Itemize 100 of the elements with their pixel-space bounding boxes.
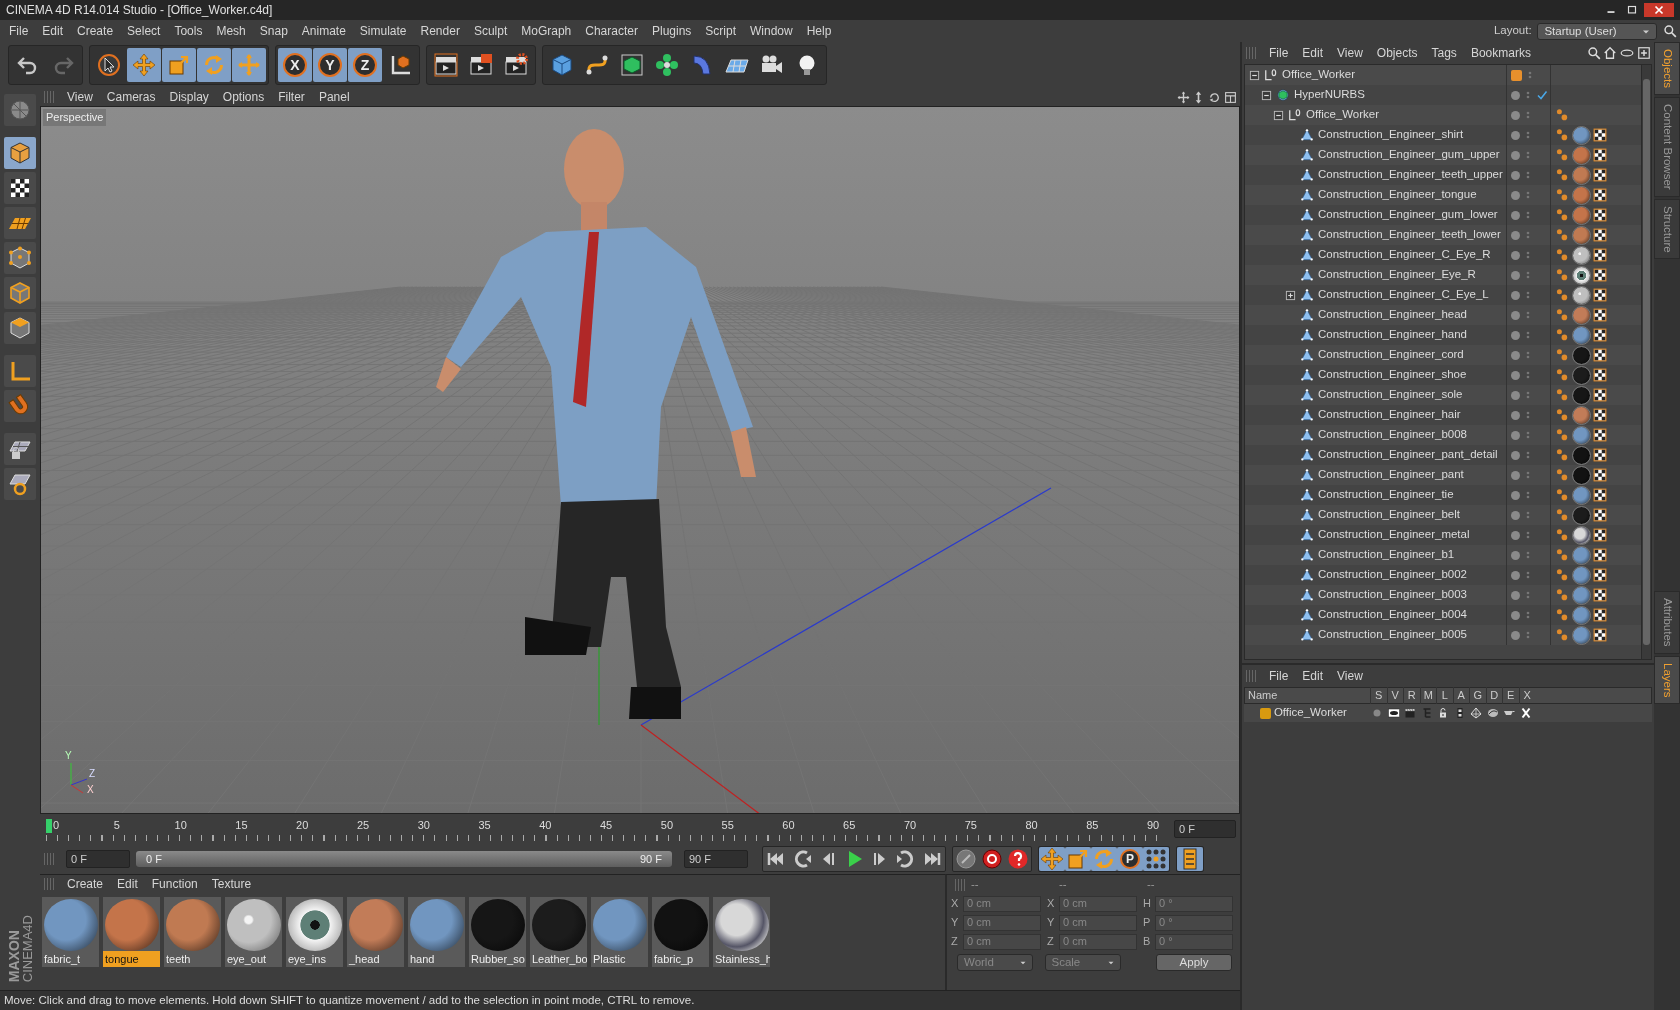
menu-item[interactable]: Panel: [311, 88, 357, 106]
visibility-dot[interactable]: [1511, 610, 1520, 620]
texture-tag-icon[interactable]: [1555, 587, 1570, 603]
material-tag-icon[interactable]: [1573, 526, 1590, 544]
column-header[interactable]: Name: [1245, 687, 1370, 704]
start-frame-field[interactable]: 0 F: [66, 850, 130, 868]
checkerboard-icon[interactable]: [1593, 508, 1607, 522]
visibility-dot[interactable]: [1511, 250, 1520, 260]
menu-item[interactable]: Character: [578, 22, 645, 40]
object-name[interactable]: Construction_Engineer_b004: [1318, 606, 1467, 624]
object-name[interactable]: Construction_Engineer_metal: [1318, 526, 1470, 544]
column-header[interactable]: M: [1419, 687, 1436, 704]
menu-item[interactable]: Edit: [1295, 44, 1331, 62]
check-icon[interactable]: [1536, 89, 1548, 101]
snap-button[interactable]: [4, 433, 36, 465]
layout-dropdown[interactable]: Startup (User): [1537, 22, 1658, 40]
points-button[interactable]: [4, 242, 36, 274]
texture-tag-icon[interactable]: [1555, 227, 1570, 243]
visibility-dot[interactable]: [1511, 450, 1520, 460]
scrollbar[interactable]: [1641, 65, 1651, 659]
visibility-dot[interactable]: [1511, 510, 1520, 520]
collapse-toggle-icon[interactable]: [1273, 109, 1284, 121]
axis-button[interactable]: Y: [313, 48, 347, 82]
menu-item[interactable]: Bookmarks: [1463, 44, 1538, 62]
panel-tab[interactable]: Attributes: [1654, 591, 1680, 654]
column-header[interactable]: E: [1502, 687, 1519, 704]
checkerboard-icon[interactable]: [1593, 528, 1607, 542]
home-icon[interactable]: [1603, 46, 1618, 60]
deformer-icon[interactable]: [1486, 707, 1499, 719]
object-name[interactable]: Construction_Engineer_hand: [1318, 326, 1467, 344]
object-name[interactable]: Construction_Engineer_b002: [1318, 566, 1467, 584]
texture-tag-icon[interactable]: [1555, 607, 1570, 623]
material-tile[interactable]: fabric_p: [652, 897, 709, 967]
object-name[interactable]: Construction_Engineer_gum_lower: [1318, 206, 1498, 224]
layout-view-icon[interactable]: [1224, 90, 1238, 104]
checkerboard-icon[interactable]: [1593, 288, 1607, 302]
checkerboard-icon[interactable]: [1593, 348, 1607, 362]
axis-mode-button[interactable]: [4, 355, 36, 387]
texture-tag-icon[interactable]: [1555, 107, 1570, 123]
texture-tag-icon[interactable]: [1555, 487, 1570, 503]
texture-tag-icon[interactable]: [1555, 207, 1570, 223]
visibility-dot[interactable]: [1511, 370, 1520, 380]
checkerboard-icon[interactable]: [1593, 268, 1607, 282]
key-off-button[interactable]: [953, 847, 979, 871]
frame-field[interactable]: 0 F: [1174, 820, 1236, 838]
material-tile[interactable]: Leather_bo: [530, 897, 587, 967]
checkerboard-icon[interactable]: [1593, 188, 1607, 202]
texture-tag-icon[interactable]: [1555, 567, 1570, 583]
panel-tab[interactable]: Structure: [1654, 198, 1680, 260]
menu-item[interactable]: Snap: [252, 22, 295, 40]
eye-icon[interactable]: [1387, 707, 1400, 719]
object-name[interactable]: Construction_Engineer_shoe: [1318, 366, 1467, 384]
record-button[interactable]: [979, 847, 1005, 871]
menu-item[interactable]: Options: [215, 88, 272, 106]
checkerboard-icon[interactable]: [1593, 488, 1607, 502]
points-key-button[interactable]: [1143, 847, 1169, 871]
object-name[interactable]: Construction_Engineer_tie: [1318, 486, 1454, 504]
menu-item[interactable]: Filter: [271, 88, 312, 106]
texture-tag-icon[interactable]: [1555, 467, 1570, 483]
layer-name[interactable]: Office_Worker: [1273, 704, 1347, 722]
menu-item[interactable]: Animate: [294, 22, 353, 40]
apply-button[interactable]: Apply: [1156, 953, 1232, 971]
checkerboard-icon[interactable]: [1593, 228, 1607, 242]
close-icon[interactable]: [1644, 3, 1674, 17]
timeline-ruler[interactable]: 0 5 10 15 20 25 30 35 40 45 50 55 60 65 70 75 80 85 90: [46, 817, 1160, 841]
checkerboard-icon[interactable]: [1593, 128, 1607, 142]
texture-tag-icon[interactable]: [1555, 527, 1570, 543]
axis-button[interactable]: X: [278, 48, 312, 82]
checkerboard-icon[interactable]: [1593, 468, 1607, 482]
checkerboard-icon[interactable]: [1593, 308, 1607, 322]
generator-icon[interactable]: [1470, 707, 1483, 719]
visibility-dot[interactable]: [1511, 430, 1520, 440]
texture-tag-icon[interactable]: [1555, 287, 1570, 303]
viewport-canvas[interactable]: Perspective Y Z X: [40, 106, 1240, 814]
material-tile[interactable]: Plastic: [591, 897, 648, 967]
grip-handle[interactable]: [44, 91, 54, 103]
menu-item[interactable]: Edit: [35, 22, 71, 40]
search-icon[interactable]: [1663, 24, 1678, 38]
search-icon[interactable]: [1586, 46, 1601, 60]
visibility-dot[interactable]: [1511, 130, 1520, 140]
menu-item[interactable]: Simulate: [352, 22, 414, 40]
visibility-dot[interactable]: [1511, 270, 1520, 280]
visibility-dot[interactable]: [1511, 230, 1520, 240]
material-tag-icon[interactable]: [1573, 286, 1590, 304]
expand-toggle-icon[interactable]: [1285, 289, 1296, 301]
checkerboard-icon[interactable]: [1593, 148, 1607, 162]
new-window-icon[interactable]: [1637, 46, 1652, 60]
rotate-view-icon[interactable]: [1208, 90, 1222, 104]
column-header[interactable]: G: [1469, 687, 1486, 704]
menu-item[interactable]: View: [1330, 44, 1370, 62]
menu-item[interactable]: Plugins: [644, 22, 699, 40]
end-frame-field[interactable]: 90 F: [684, 850, 748, 868]
visibility-dot[interactable]: [1511, 310, 1520, 320]
column-header[interactable]: V: [1386, 687, 1403, 704]
edges-button[interactable]: [4, 277, 36, 309]
object-name[interactable]: Construction_Engineer_shirt: [1318, 126, 1464, 144]
menu-item[interactable]: Tools: [167, 22, 210, 40]
texture-tag-icon[interactable]: [1555, 147, 1570, 163]
visibility-dot[interactable]: [1511, 150, 1520, 160]
move-button[interactable]: [127, 48, 161, 82]
